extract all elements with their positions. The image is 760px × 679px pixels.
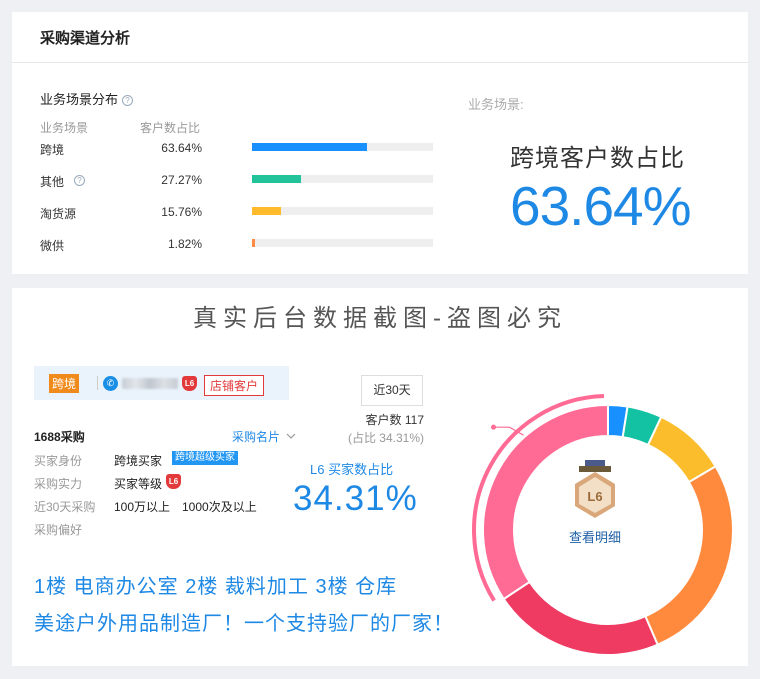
- purchase-amount: 100万以上: [114, 500, 171, 514]
- l6-ratio-value: 34.31%: [293, 479, 418, 518]
- scene-bar-fill: [252, 239, 256, 247]
- cross-border-tag: 跨境: [49, 374, 80, 393]
- help-icon[interactable]: ?: [74, 175, 85, 186]
- scene-percent: 63.64%: [161, 141, 202, 155]
- buyer-level-panel: 真实后台数据截图-盗图必究 跨境 ✆ L6 店铺客户 1688采购 采购名片 买…: [12, 288, 748, 666]
- section-title-text: 业务场景分布: [40, 92, 119, 107]
- l6-ratio-label: L6 买家数占比: [310, 462, 394, 477]
- scene-name: 微供: [40, 239, 65, 253]
- panel-divider: [12, 62, 748, 63]
- medal-icon: L6: [575, 460, 615, 518]
- buyer-level-badge-icon: L6: [166, 474, 181, 489]
- scene-bar-track: [252, 207, 433, 215]
- scene-row: 微供 1.82%: [12, 237, 452, 257]
- chevron-down-icon: [286, 433, 296, 439]
- scene-bar-fill: [252, 143, 368, 151]
- identity-label: 买家身份: [34, 454, 83, 468]
- ratio-value: 63.64%: [510, 175, 692, 237]
- buyer-info-strip: 跨境 ✆ L6 店铺客户: [34, 366, 289, 400]
- purchase-card-link[interactable]: 采购名片: [232, 428, 296, 445]
- scene-percent: 27.27%: [161, 173, 202, 187]
- column-header-scene: 业务场景: [40, 121, 89, 135]
- super-buyer-tag: 跨境超级买家: [172, 451, 238, 465]
- scene-bar-track: [252, 239, 433, 247]
- view-detail-link[interactable]: 查看明细: [552, 527, 638, 546]
- buyer-name-blurred: [122, 378, 178, 389]
- purchase-times: 1000次及以上: [182, 500, 257, 514]
- scene-name: 其他: [40, 175, 65, 189]
- scene-row: 其他? 27.27%: [12, 173, 452, 193]
- period-30d-button[interactable]: 近30天: [361, 375, 423, 406]
- identity-value: 跨境买家: [114, 454, 163, 468]
- scene-bar-fill: [252, 207, 281, 215]
- store-customer-tag: 店铺客户: [204, 375, 265, 396]
- channel-analysis-panel: 采购渠道分析 业务场景分布? 业务场景 客户数占比 跨境 63.64% 其他? 27.…: [12, 12, 748, 274]
- scene-percent: 1.82%: [167, 237, 202, 251]
- customer-count: 客户数 117: [365, 413, 424, 427]
- wangwang-icon[interactable]: ✆: [103, 376, 118, 391]
- panel-title: 采购渠道分析: [40, 30, 131, 47]
- scene-row: 淘货源 15.76%: [12, 205, 452, 225]
- donut-slice-l5[interactable]: [502, 580, 659, 656]
- address-line-2: 美途户外用品制造厂！一个支持验厂的厂家！: [34, 613, 454, 635]
- address-line-1: 1楼 电商办公室 2楼 裁料加工 3楼 仓库: [34, 576, 398, 598]
- divider: [97, 376, 98, 390]
- purchase-title: 1688采购: [34, 430, 85, 444]
- help-icon[interactable]: ?: [122, 95, 134, 106]
- scene-bar-fill: [252, 175, 302, 183]
- strength-label: 采购实力: [34, 477, 83, 491]
- preference-label: 采购偏好: [34, 523, 83, 537]
- leader-dot: [491, 424, 497, 430]
- scene-label: 业务场景:: [468, 97, 524, 112]
- purchase-30d-label: 近30天采购: [34, 500, 96, 514]
- donut-slice-l4[interactable]: [644, 464, 734, 647]
- purchase-card-label: 采购名片: [232, 430, 281, 444]
- column-header-ratio: 客户数占比: [140, 121, 201, 135]
- strength-value: 买家等级: [114, 477, 163, 491]
- scene-bar-track: [252, 143, 433, 151]
- scene-name: 跨境: [40, 143, 65, 157]
- scene-row: 跨境 63.64%: [12, 141, 452, 161]
- scene-name: 淘货源: [40, 207, 77, 221]
- ratio-title: 跨境客户数占比: [510, 145, 685, 172]
- section-title: 业务场景分布?: [40, 89, 134, 108]
- share-text: (占比 34.31%): [347, 431, 424, 445]
- watermark-text: 真实后台数据截图-盗图必究: [193, 305, 567, 332]
- medal-level-text: L6: [587, 489, 602, 504]
- scene-percent: 15.76%: [161, 205, 202, 219]
- scene-bar-track: [252, 175, 433, 183]
- level-badge-icon: L6: [182, 376, 197, 391]
